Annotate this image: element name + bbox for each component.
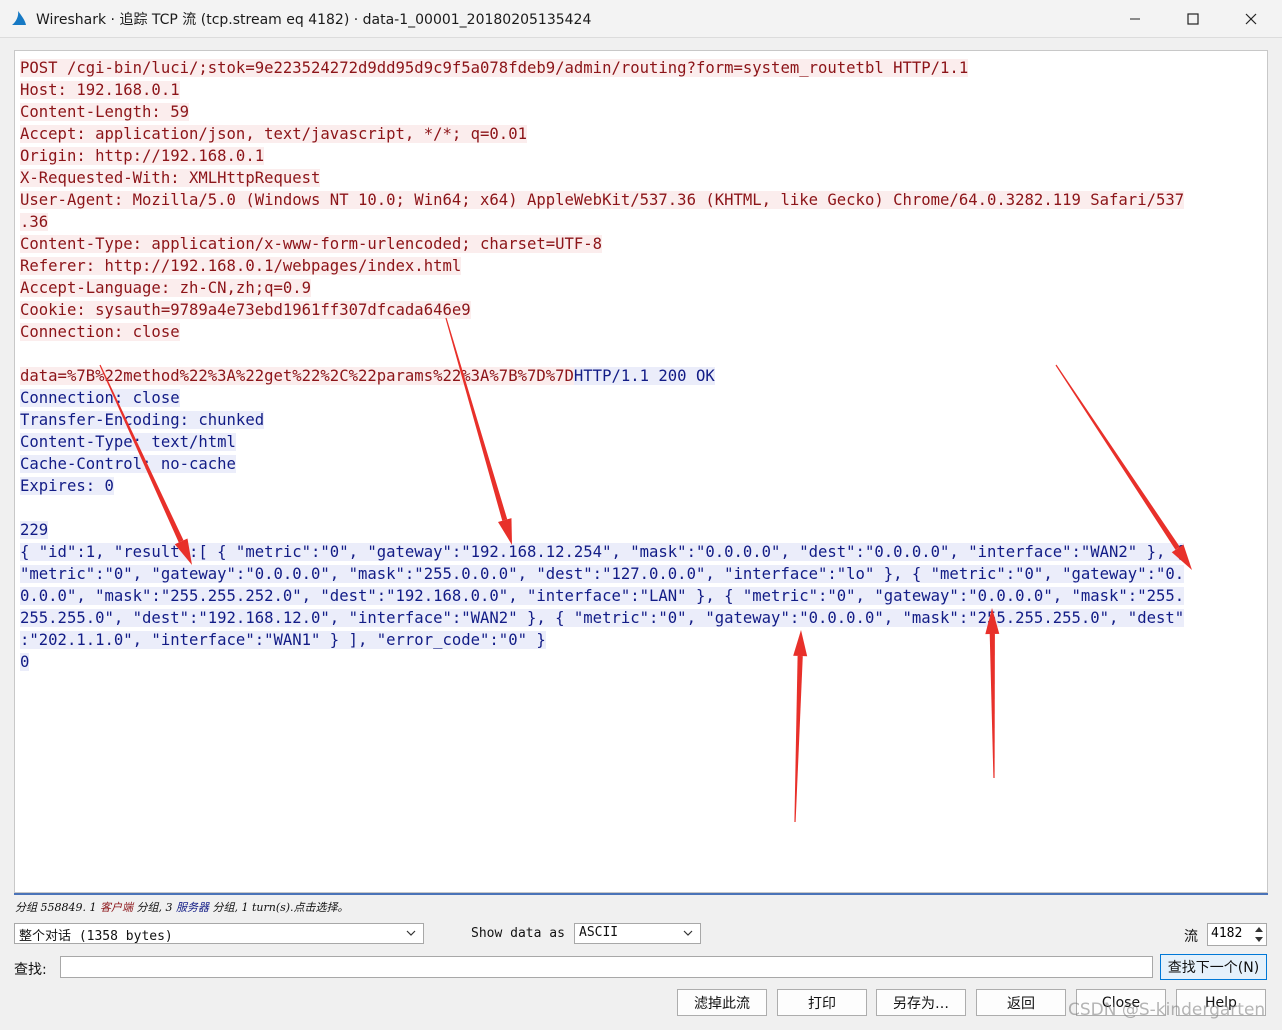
show-data-label: Show data as: [471, 926, 565, 941]
stream-line: Connection: close: [20, 387, 180, 409]
stream-line: X-Requested-With: XMLHttpRequest: [20, 167, 321, 189]
window-title: Wireshark · 追踪 TCP 流 (tcp.stream eq 4182…: [36, 12, 592, 28]
server-text: 255.255.0", "dest":"192.168.12.0", "inte…: [20, 609, 1185, 627]
stream-line: Accept-Language: zh-CN,zh;q=0.9: [20, 277, 312, 299]
maximize-button[interactable]: [1164, 0, 1222, 38]
client-text: data=%7B%22method%22%3A%22get%22%2C%22pa…: [20, 367, 574, 385]
stream-line: Referer: http://192.168.0.1/webpages/ind…: [20, 255, 462, 277]
stream-line: Transfer-Encoding: chunked: [20, 409, 265, 431]
server-text: 0.0.0", "mask":"255.255.252.0", "dest":"…: [20, 587, 1185, 605]
csdn-watermark: CSDN @S-kindergarten: [1068, 1000, 1266, 1020]
back-button[interactable]: 返回: [976, 989, 1066, 1016]
maximize-icon: [1187, 13, 1199, 25]
client-text: Origin: http://192.168.0.1: [20, 147, 265, 165]
conversation-select-value: 整个对话 (1358 bytes): [19, 929, 173, 944]
show-data-select[interactable]: ASCII: [574, 923, 701, 944]
stream-line: Content-Length: 59: [20, 101, 189, 123]
stream-number-spinbox[interactable]: 4182: [1207, 923, 1267, 946]
stream-line: Cookie: sysauth=9789a4e73ebd1961ff307dfc…: [20, 299, 471, 321]
title-bar: Wireshark · 追踪 TCP 流 (tcp.stream eq 4182…: [0, 0, 1282, 38]
stream-line: Cache-Control: no-cache: [20, 453, 236, 475]
wireshark-fin-icon: [12, 11, 26, 25]
server-text: Connection: close: [20, 389, 180, 407]
client-text: Content-Type: application/x-www-form-url…: [20, 235, 603, 253]
stream-line: Origin: http://192.168.0.1: [20, 145, 265, 167]
client-text: .36: [20, 213, 49, 231]
stream-line: :"202.1.1.0", "interface":"WAN1" } ], "e…: [20, 629, 546, 651]
stream-line: Expires: 0: [20, 475, 114, 497]
stream-line: "metric":"0", "gateway":"0.0.0.0", "mask…: [20, 563, 1185, 585]
conversation-select[interactable]: 整个对话 (1358 bytes): [14, 923, 424, 944]
stream-line: .36: [20, 211, 49, 233]
server-text: "metric":"0", "gateway":"0.0.0.0", "mask…: [20, 565, 1185, 583]
server-text: Content-Type: text/html: [20, 433, 236, 451]
server-text: 0: [20, 653, 30, 671]
client-text: Connection: close: [20, 323, 180, 341]
stream-line: Accept: application/json, text/javascrip…: [20, 123, 527, 145]
client-text: Cookie: sysauth=9789a4e73ebd1961ff307dfc…: [20, 301, 471, 319]
find-input[interactable]: [60, 956, 1153, 978]
chevron-down-icon: [406, 930, 416, 936]
find-label: 查找:: [14, 962, 47, 978]
stream-focus-border: [14, 893, 1268, 895]
filter-out-button[interactable]: 滤掉此流: [677, 989, 767, 1016]
stream-line: 255.255.0", "dest":"192.168.12.0", "inte…: [20, 607, 1185, 629]
stream-line: 0.0.0", "mask":"255.255.252.0", "dest":"…: [20, 585, 1185, 607]
show-data-select-value: ASCII: [579, 925, 619, 940]
server-text: 229: [20, 521, 49, 539]
stream-line: User-Agent: Mozilla/5.0 (Windows NT 10.0…: [20, 189, 1185, 211]
stream-line: POST /cgi-bin/luci/;stok=9e223524272d9dd…: [20, 57, 969, 79]
client-text: Content-Length: 59: [20, 103, 189, 121]
stream-number-value: 4182: [1211, 926, 1243, 941]
server-text: Transfer-Encoding: chunked: [20, 411, 265, 429]
minimize-icon: [1130, 18, 1140, 20]
server-text: HTTP/1.1 200 OK: [573, 367, 715, 385]
client-text: Accept-Language: zh-CN,zh;q=0.9: [20, 279, 312, 297]
summary-text-3: 分组, 1 turn(s).点击选择。: [208, 901, 349, 914]
chevron-down-icon: [683, 930, 693, 936]
print-button[interactable]: 打印: [777, 989, 867, 1016]
stream-content-area[interactable]: POST /cgi-bin/luci/;stok=9e223524272d9dd…: [14, 50, 1268, 893]
client-text: X-Requested-With: XMLHttpRequest: [20, 169, 321, 187]
spin-arrows-icon[interactable]: [1253, 925, 1265, 944]
summary-client-word: 客户端: [99, 901, 133, 914]
client-text: User-Agent: Mozilla/5.0 (Windows NT 10.0…: [20, 191, 1185, 209]
stream-line: Connection: close: [20, 321, 180, 343]
stream-summary: 分组 558849. 1 客户端 分组, 3 服务器 分组, 1 turn(s)…: [15, 899, 349, 915]
stream-line: Content-Type: application/x-www-form-url…: [20, 233, 603, 255]
server-text: Expires: 0: [20, 477, 114, 495]
server-text: :"202.1.1.0", "interface":"WAN1" } ], "e…: [20, 631, 546, 649]
stream-number-label: 流: [1184, 929, 1198, 945]
stream-line: 0: [20, 651, 30, 673]
save-as-button[interactable]: 另存为…: [876, 989, 966, 1016]
client-text: POST /cgi-bin/luci/;stok=9e223524272d9dd…: [20, 59, 969, 77]
summary-server-word: 服务器: [175, 901, 209, 914]
summary-text-1: 分组 558849. 1: [15, 901, 100, 914]
close-icon: [1245, 13, 1257, 25]
stream-line: { "id":1, "result":[ { "metric":"0", "ga…: [20, 541, 1185, 563]
stream-line: Content-Type: text/html: [20, 431, 236, 453]
find-next-button[interactable]: 查找下一个(N): [1160, 954, 1267, 980]
client-text: Accept: application/json, text/javascrip…: [20, 125, 527, 143]
stream-line: data=%7B%22method%22%3A%22get%22%2C%22pa…: [20, 365, 715, 387]
stream-line: 229: [20, 519, 49, 541]
stream-line: Host: 192.168.0.1: [20, 79, 180, 101]
client-text: Referer: http://192.168.0.1/webpages/ind…: [20, 257, 462, 275]
minimize-button[interactable]: [1106, 0, 1164, 38]
close-window-button[interactable]: [1222, 0, 1280, 38]
server-text: { "id":1, "result":[ { "metric":"0", "ga…: [20, 543, 1185, 561]
summary-text-2: 分组, 3: [132, 901, 176, 914]
server-text: Cache-Control: no-cache: [20, 455, 236, 473]
client-text: Host: 192.168.0.1: [20, 81, 180, 99]
